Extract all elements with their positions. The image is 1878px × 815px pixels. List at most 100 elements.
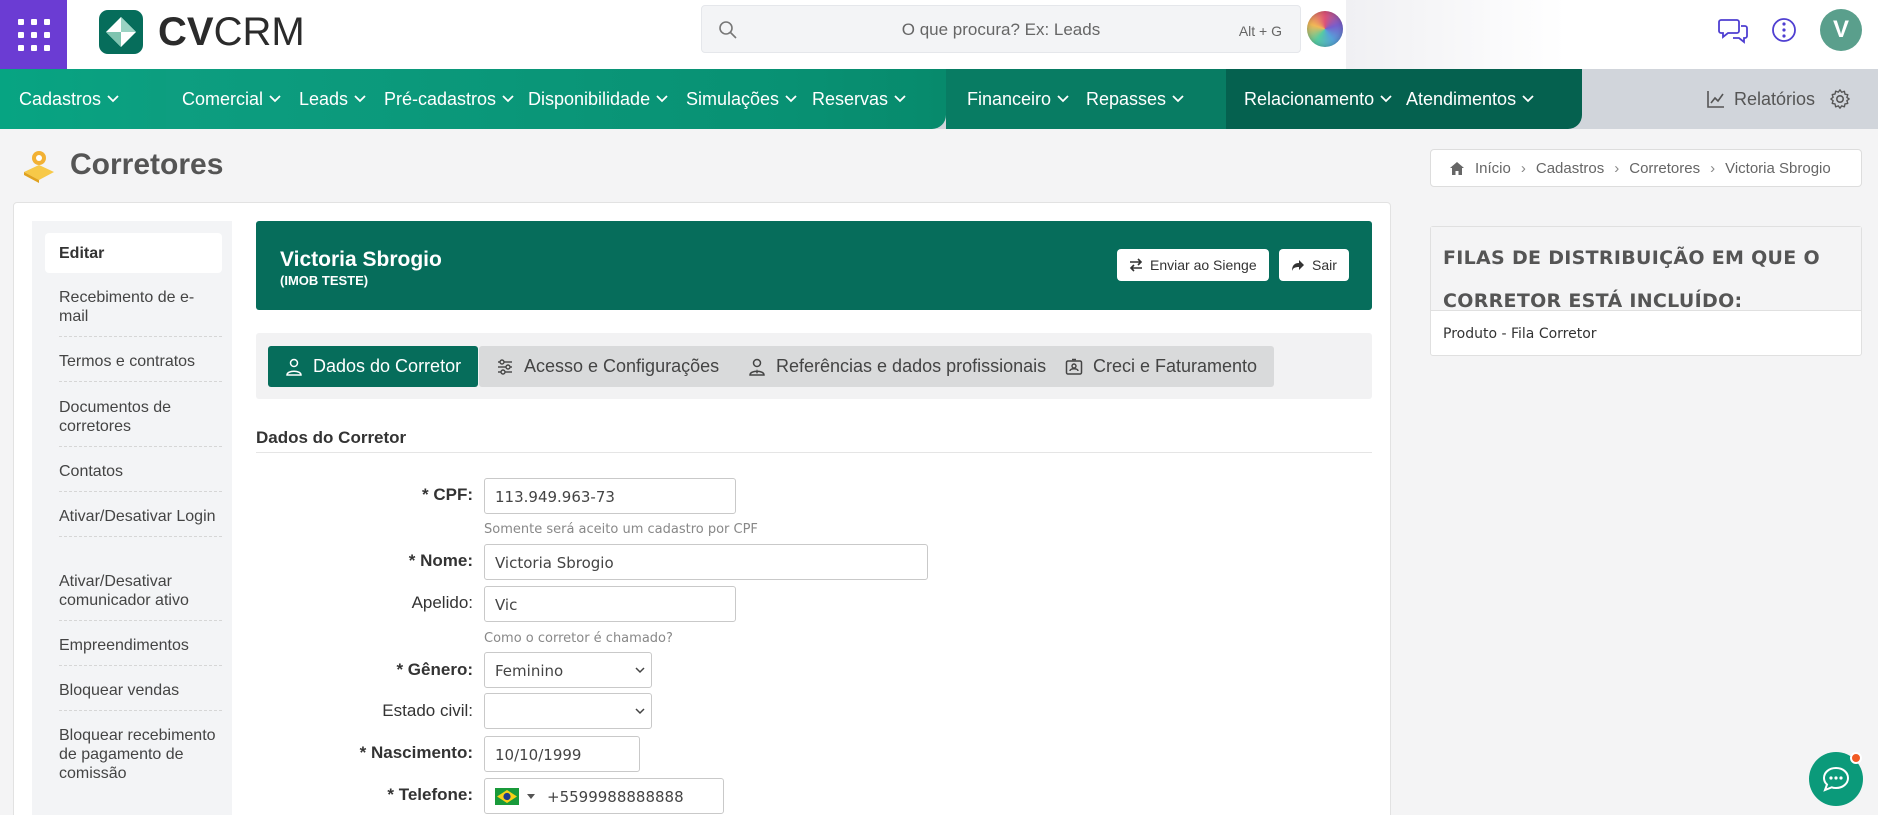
menu-item-disponibilidade[interactable]: Disponibilidade [528,69,668,129]
menu-item-financeiro[interactable]: Financeiro [967,69,1069,129]
logo[interactable]: CVCRM [96,4,305,60]
apps-grid-button[interactable] [0,0,67,69]
logo-mark-icon [99,10,143,54]
panel-title-line-2: CORRETOR ESTÁ INCLUÍDO: [1443,290,1743,312]
cpf-label: * CPF: [422,485,473,504]
nome-field[interactable]: Victoria Sbrogio [484,544,928,580]
sidenav-item-editar[interactable]: Editar [45,233,222,273]
sliders-icon [498,358,512,375]
chart-line-icon [1707,91,1724,108]
tab-label: Referências e dados profissionais [776,356,1047,376]
tab-creci-faturamento[interactable]: Creci e Faturamento [1048,346,1275,387]
chat-bubbles-icon[interactable] [1718,14,1750,46]
breadcrumb: Início › Cadastros › Corretores › Victor… [1430,149,1862,187]
menu-item-atendimentos[interactable]: Atendimentos [1406,69,1534,129]
logo-text: CVCRM [158,9,305,54]
menu-label: Comercial [182,89,264,109]
sidenav-item-bloquear-vendas[interactable]: Bloquear vendas [59,681,222,711]
chevron-down-icon [269,95,281,103]
chevron-down-icon [502,95,514,103]
genero-label: * Gênero: [396,660,473,679]
tab-acesso-configuracoes[interactable]: Acesso e Configurações [479,346,737,387]
tab-label: Creci e Faturamento [1093,356,1258,376]
tab-label: Acesso e Configurações [524,356,720,376]
search-input[interactable]: O que procura? Ex: Leads Alt + G [701,5,1301,53]
menu-item-relacionamento[interactable]: Relacionamento [1244,69,1392,129]
broker-company: (IMOB TESTE) [280,273,369,288]
search-shortcut: Alt + G [1238,23,1282,39]
chat-bubble-icon [1822,766,1850,792]
menu-item-leads[interactable]: Leads [299,69,366,129]
send-sienge-button[interactable]: Enviar ao Sienge [1117,249,1269,281]
estado-civil-label: Estado civil: [382,701,473,720]
sidenav-item-bloquear-comissao[interactable]: Bloquear recebimento de pagamento de com… [59,726,222,793]
menu-item-reservas[interactable]: Reservas [812,69,906,129]
home-icon [1450,161,1464,175]
menu-item-repasses[interactable]: Repasses [1086,69,1184,129]
chevron-down-icon [354,95,366,103]
section-divider [256,452,1372,453]
breadcrumb-home[interactable]: Início [1475,160,1511,177]
apelido-label: Apelido: [411,593,473,612]
tab-referencias[interactable]: Referências e dados profissionais [731,346,1064,387]
send-sienge-label: Enviar ao Sienge [1150,257,1257,273]
nascimento-label: * Nascimento: [359,743,473,762]
cpf-help-text: Somente será aceito um cadastro por CPF [484,522,758,537]
genero-select[interactable]: Feminino [484,652,652,688]
section-title: Dados do Corretor [256,428,407,447]
breadcrumb-current: Victoria Sbrogio [1725,159,1831,177]
sidenav-item-contatos[interactable]: Contatos [59,462,222,492]
reports-link[interactable]: Relatórios [1706,69,1815,129]
page-title-text: Corretores [70,148,224,181]
chevron-right-icon: › [1710,159,1716,177]
menu-item-pre-cadastros[interactable]: Pré-cadastros [384,69,514,129]
brazil-flag-icon[interactable] [495,788,519,805]
cpf-field[interactable]: 113.949.963-73 [484,478,736,514]
menu-label: Disponibilidade [528,89,651,109]
apelido-field[interactable]: Vic [484,586,736,622]
telefone-field[interactable]: +5599988888888 [484,778,724,814]
menu-label: Repasses [1086,89,1167,109]
menu-label: Simulações [686,89,780,109]
chevron-down-icon [1172,95,1184,103]
menu-item-comercial[interactable]: Comercial [182,69,281,129]
exit-button[interactable]: Sair [1279,249,1349,281]
more-options-icon[interactable] [1768,14,1800,46]
telefone-label: * Telefone: [387,785,473,804]
caret-down-icon [527,794,535,799]
chevron-down-icon [635,667,645,674]
chevron-down-icon [1057,95,1069,103]
sidenav-item-comunicador[interactable]: Ativar/Desativar comunicador ativo [59,572,222,621]
orb-fade [1346,0,1566,69]
sidenav-item-login[interactable]: Ativar/Desativar Login [59,507,222,537]
menu-label: Financeiro [967,89,1052,109]
reports-label: Relatórios [1734,89,1816,109]
menu-label: Reservas [812,89,889,109]
nascimento-field[interactable]: 10/10/1999 [484,736,640,772]
sidenav-item-termos[interactable]: Termos e contratos [59,352,222,382]
id-badge-icon [1065,358,1083,375]
avatar[interactable]: V [1820,9,1862,51]
theme-orb-icon[interactable] [1307,11,1343,47]
breadcrumb-cadastros[interactable]: Cadastros [1536,160,1604,177]
sidenav-item-recebimento-email[interactable]: Recebimento de e-mail [59,288,222,337]
nome-label: * Nome: [408,551,473,570]
search-placeholder: O que procura? Ex: Leads [901,20,1101,39]
tab-label: Dados do Corretor [313,356,462,376]
sidenav-item-empreendimentos[interactable]: Empreendimentos [59,636,222,666]
apelido-help-text: Como o corretor é chamado? [484,631,673,646]
estado-civil-select[interactable] [484,693,652,729]
menu-item-cadastros[interactable]: Cadastros [19,69,119,129]
user-tie-icon [749,358,765,376]
menu-label: Relacionamento [1244,89,1375,109]
menu-label: Leads [299,89,349,109]
gear-icon[interactable] [1829,88,1851,110]
breadcrumb-corretores[interactable]: Corretores [1629,160,1700,177]
chevron-right-icon: › [1520,159,1526,177]
tab-dados-corretor[interactable]: Dados do Corretor [268,346,479,387]
menu-item-simulacoes[interactable]: Simulações [686,69,797,129]
sidenav-item-documentos[interactable]: Documentos de corretores [59,398,222,447]
telefone-value: +5599988888888 [547,788,684,806]
user-icon [286,358,302,376]
share-arrow-icon [1292,259,1304,271]
